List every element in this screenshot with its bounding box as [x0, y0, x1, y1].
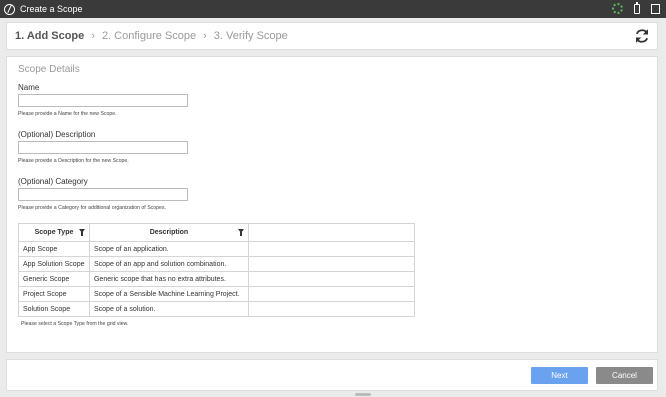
window-icon[interactable]	[651, 3, 660, 14]
table-row[interactable]: App Scope Scope of an application.	[18, 241, 416, 257]
cell-scope-type: Generic Scope	[18, 271, 90, 287]
app-logo-icon	[4, 3, 15, 15]
description-label: (Optional) Description	[18, 130, 96, 139]
category-label: (Optional) Category	[18, 177, 88, 186]
spinner-icon	[612, 3, 623, 14]
chevron-right-icon: ›	[203, 30, 207, 42]
column-header-scope-type[interactable]: Scope Type	[18, 223, 90, 242]
name-input[interactable]	[18, 94, 188, 107]
cell-empty	[247, 271, 416, 287]
step-verify-scope[interactable]: 3. Verify Scope	[214, 30, 288, 42]
chevron-right-icon: ›	[91, 30, 95, 42]
cell-scope-type: App Scope	[18, 241, 90, 257]
column-header-empty	[247, 223, 416, 242]
column-header-description[interactable]: Description	[88, 223, 249, 242]
step-add-scope[interactable]: 1. Add Scope	[15, 30, 84, 42]
filter-icon[interactable]	[237, 229, 244, 236]
refresh-icon[interactable]	[633, 27, 651, 45]
table-row[interactable]: Project Scope Scope of a Sensible Machine…	[18, 286, 416, 302]
cell-description: Scope of a solution.	[88, 301, 249, 317]
cell-empty	[247, 286, 416, 302]
filter-icon[interactable]	[78, 229, 85, 236]
cell-empty	[247, 241, 416, 257]
name-hint: Please provide a Name for the new Scope.	[18, 111, 117, 117]
cell-description: Scope of an app and solution combination…	[88, 256, 249, 272]
description-input[interactable]	[18, 141, 188, 154]
cell-empty	[247, 301, 416, 317]
title-bar: Create a Scope	[0, 0, 666, 18]
description-hint: Please provide a Description for the new…	[18, 158, 129, 164]
table-row[interactable]: Solution Scope Scope of a solution.	[18, 301, 416, 317]
wizard-steps: 1. Add Scope › 2. Configure Scope › 3. V…	[6, 22, 658, 50]
cell-description: Scope of an application.	[88, 241, 249, 257]
cell-description: Generic scope that has no extra attribut…	[88, 271, 249, 287]
cell-description: Scope of a Sensible Machine Learning Pro…	[88, 286, 249, 302]
grid-header-row: Scope Type Description	[18, 223, 416, 242]
category-input[interactable]	[18, 188, 188, 201]
cell-scope-type: Solution Scope	[18, 301, 90, 317]
cell-scope-type: Project Scope	[18, 286, 90, 302]
cell-scope-type: App Solution Scope	[18, 256, 90, 272]
footer-bar: Next Cancel	[6, 359, 658, 391]
resize-handle[interactable]	[355, 393, 371, 396]
table-row[interactable]: App Solution Scope Scope of an app and so…	[18, 256, 416, 272]
cancel-button[interactable]: Cancel	[596, 367, 653, 384]
scope-details-panel: Scope Details Name Please provide a Name…	[6, 56, 658, 353]
name-label: Name	[18, 83, 40, 92]
window-title: Create a Scope	[20, 4, 83, 14]
table-row[interactable]: Generic Scope Generic scope that has no e…	[18, 271, 416, 287]
category-hint: Please provide a Category for additional…	[18, 205, 166, 211]
next-button[interactable]: Next	[531, 367, 588, 384]
section-title: Scope Details	[18, 64, 80, 75]
battery-icon	[634, 1, 640, 14]
cell-empty	[247, 256, 416, 272]
grid-hint: Please select a Scope Type from the grid…	[21, 321, 129, 327]
title-bar-icons	[612, 1, 660, 14]
step-configure-scope[interactable]: 2. Configure Scope	[102, 30, 196, 42]
scope-type-grid: Scope Type Description App Scope Scope of…	[18, 223, 416, 317]
